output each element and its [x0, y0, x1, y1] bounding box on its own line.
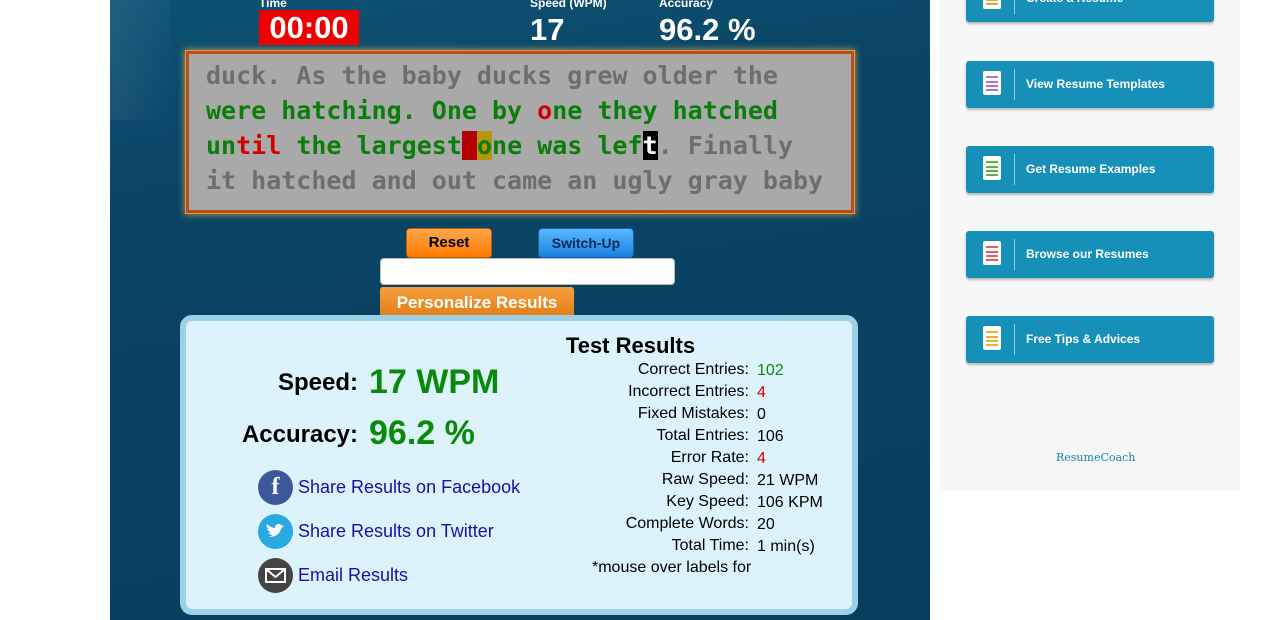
sidebar-link-view-resume-templates[interactable]: View Resume Templates: [966, 61, 1214, 108]
sidebar-link-label: Browse our Resumes: [1026, 247, 1149, 261]
share-facebook-label: Share Results on Facebook: [298, 477, 521, 497]
stat-value: 1 min(s): [757, 538, 815, 555]
resume-doc-icon: [983, 241, 1001, 265]
text-line: were hatching. One by one they hatched: [206, 96, 778, 125]
typing-text-box: duck. As the baby ducks grew older the w…: [185, 50, 855, 214]
result-accuracy-label[interactable]: Accuracy:: [210, 421, 358, 449]
result-speed-value: 17 WPM: [369, 363, 500, 401]
resume-doc-icon: [983, 326, 1001, 350]
result-speed-label[interactable]: Speed:: [230, 369, 358, 397]
sidebar-link-browse-our-resumes[interactable]: Browse our Resumes: [966, 231, 1214, 278]
sidebar-link-label: Free Tips & Advices: [1026, 332, 1141, 346]
accuracy-label: Accuracy: [659, 0, 714, 10]
speed-value: 17: [530, 12, 565, 47]
stat-value: 0: [757, 406, 766, 423]
twitter-icon: [258, 514, 293, 549]
divider: [1014, 0, 1015, 14]
stat-label[interactable]: Incorrect Entries:: [549, 383, 749, 401]
reset-button[interactable]: Reset: [406, 228, 492, 258]
divider: [1014, 154, 1015, 185]
result-accuracy-value: 96.2 %: [369, 414, 475, 452]
stat-value: 20: [757, 516, 775, 533]
timer-display: 00:00: [259, 10, 359, 45]
stat-value: 102: [757, 362, 784, 379]
resume-doc-icon: [983, 156, 1001, 180]
switch-up-button[interactable]: Switch-Up: [538, 228, 634, 258]
stat-label[interactable]: Fixed Mistakes:: [549, 405, 749, 423]
divider: [1014, 69, 1015, 100]
stat-label[interactable]: Total Entries:: [549, 427, 749, 445]
time-label: Time: [259, 0, 287, 10]
stat-label[interactable]: Total Time:: [549, 537, 749, 555]
resume-doc-icon: [983, 71, 1001, 95]
sidebar-link-free-tips-advices[interactable]: Free Tips & Advices: [966, 316, 1214, 363]
sidebar-link-label: Create a Resume: [1026, 0, 1123, 22]
typing-input[interactable]: [380, 258, 675, 285]
stat-label[interactable]: Complete Words:: [549, 515, 749, 533]
stat-value: 21 WPM: [757, 472, 819, 489]
text-line: duck. As the baby ducks grew older the: [206, 61, 778, 90]
mouse-over-note: *mouse over labels for: [592, 559, 752, 576]
sidebar-link-label: Get Resume Examples: [1026, 162, 1156, 176]
sidebar-link-get-resume-examples[interactable]: Get Resume Examples: [966, 146, 1214, 193]
text-line: until the largest one was left. Finally: [206, 131, 794, 160]
share-twitter-label: Share Results on Twitter: [298, 521, 494, 541]
stat-value: 4: [757, 384, 766, 401]
stat-label[interactable]: Key Speed:: [549, 493, 749, 511]
email-icon: [258, 558, 293, 593]
accuracy-value: 96.2 %: [659, 12, 756, 47]
text-line: it hatched and out came an ugly gray bab…: [206, 166, 824, 195]
resumecoach-brand[interactable]: ResumeCoach: [1056, 451, 1135, 464]
facebook-icon: f: [258, 470, 293, 505]
resume-doc-icon: [983, 0, 1001, 9]
stat-value: 4: [757, 450, 766, 467]
sidebar-link-label: View Resume Templates: [1026, 77, 1165, 91]
divider: [1014, 239, 1015, 270]
email-results-label: Email Results: [298, 565, 409, 585]
sidebar-link-create-a-resume[interactable]: Create a Resume: [966, 0, 1214, 22]
stat-label[interactable]: Correct Entries:: [549, 361, 749, 379]
stat-value: 106: [757, 428, 784, 445]
stat-label[interactable]: Raw Speed:: [549, 471, 749, 489]
speed-label: Speed (WPM): [530, 0, 607, 10]
stat-label[interactable]: Error Rate:: [549, 449, 749, 467]
divider: [1014, 324, 1015, 355]
stat-value: 106 KPM: [757, 494, 823, 511]
